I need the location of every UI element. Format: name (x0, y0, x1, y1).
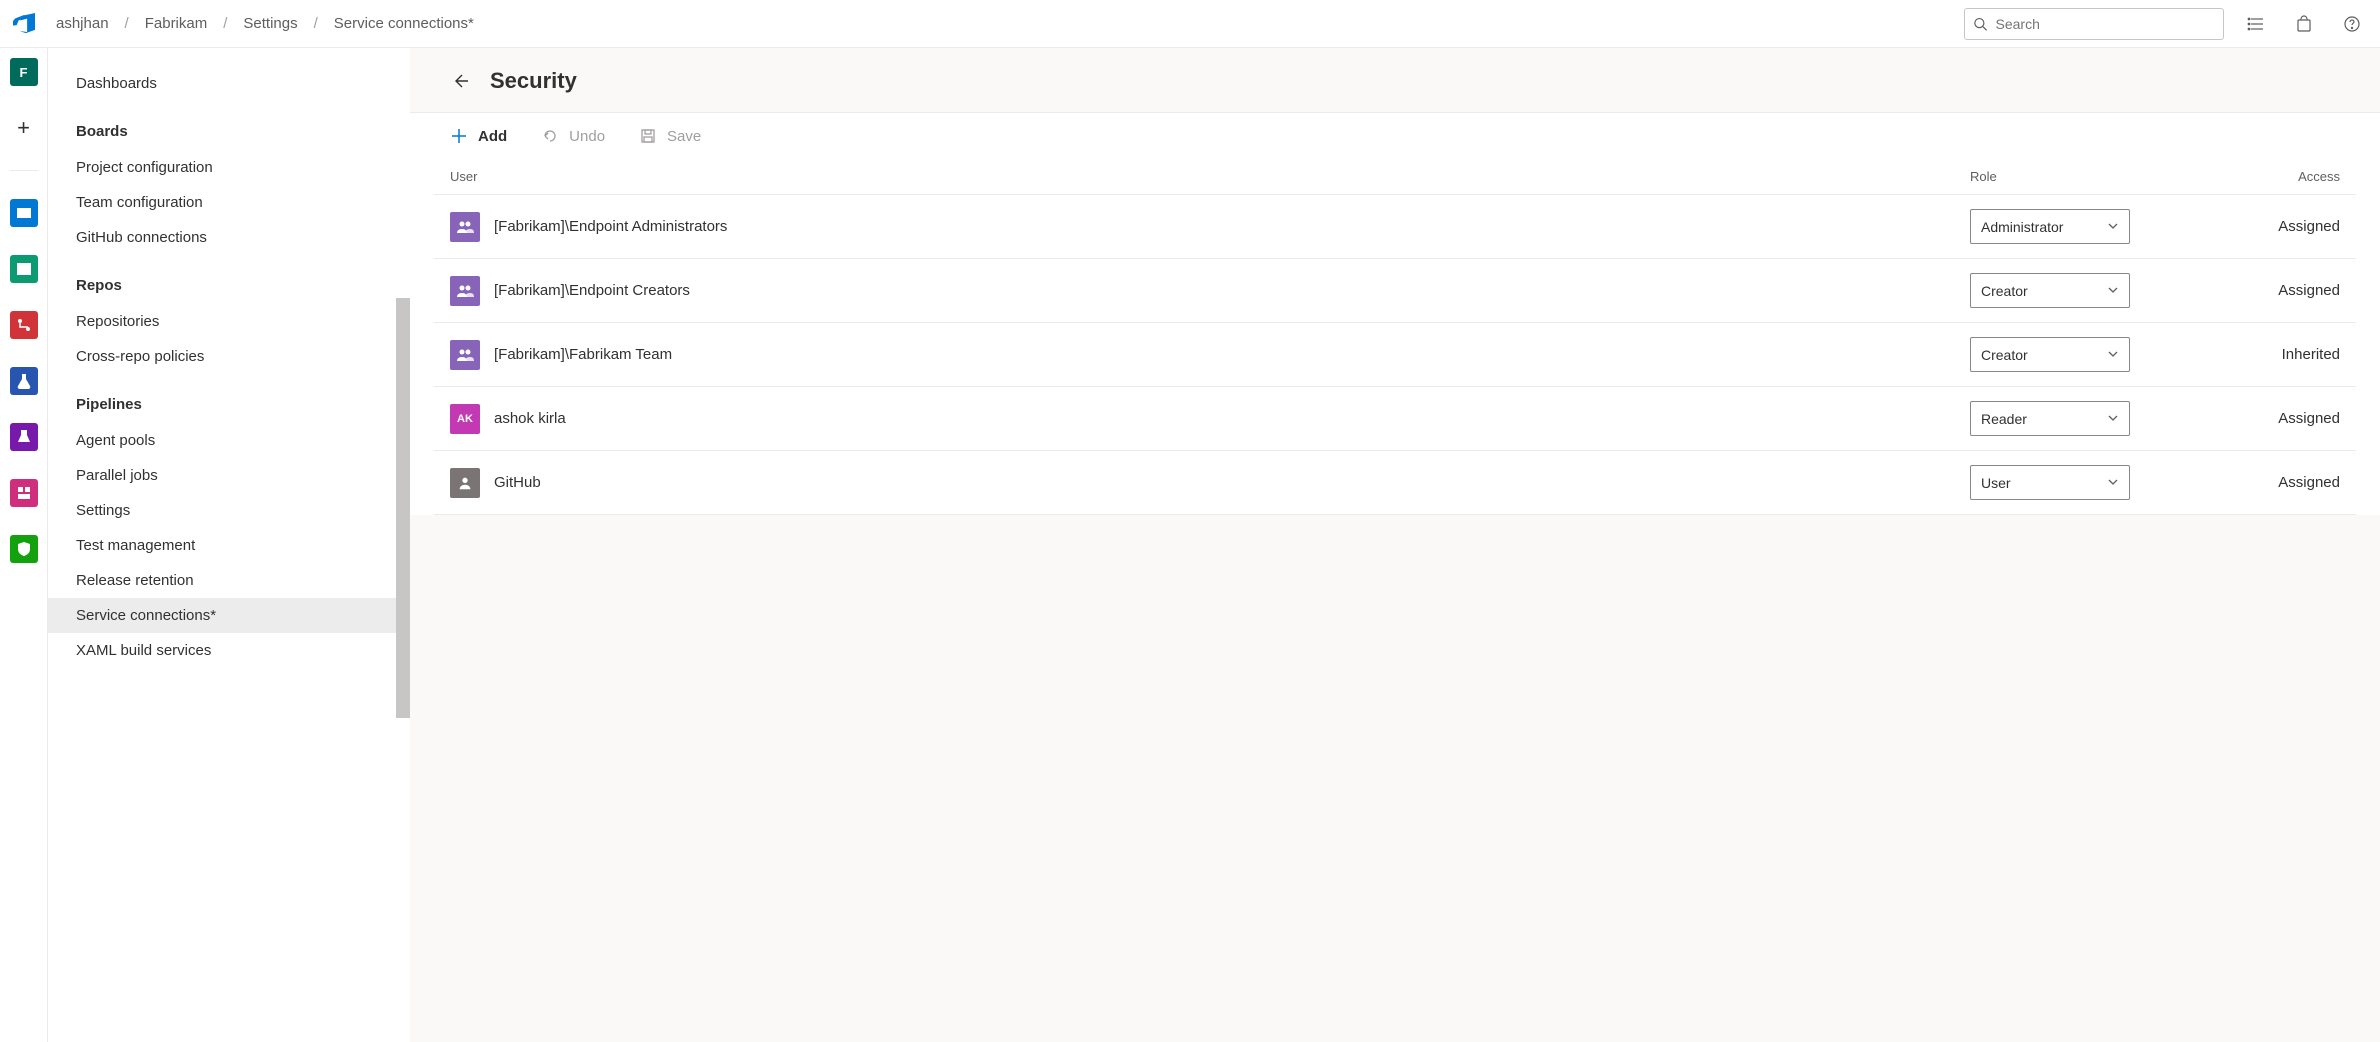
undo-button-label: Undo (569, 128, 605, 145)
nav-artifacts-icon[interactable] (10, 423, 38, 451)
breadcrumb-item[interactable]: Fabrikam (145, 15, 208, 32)
nav-link[interactable]: Cross-repo policies (48, 339, 410, 374)
add-button-label: Add (478, 128, 507, 145)
shopping-bag-icon[interactable] (2288, 8, 2320, 40)
chevron-down-icon (2107, 219, 2119, 235)
breadcrumb-separator: / (314, 15, 318, 32)
nav-link[interactable]: Agent pools (48, 423, 410, 458)
table-row[interactable]: GitHub User Assigned (434, 450, 2356, 515)
breadcrumb-item[interactable]: ashjhan (56, 15, 109, 32)
breadcrumb-item[interactable]: Service connections* (334, 15, 474, 32)
user-name: ashok kirla (494, 410, 566, 427)
column-user: User (450, 169, 1970, 184)
avatar: AK (450, 404, 480, 434)
access-value: Assigned (2250, 410, 2340, 427)
user-name: [Fabrikam]\Endpoint Creators (494, 282, 690, 299)
toolbar: Add Undo Save (410, 112, 2380, 159)
nav-header[interactable]: Boards (48, 101, 410, 150)
undo-icon (541, 127, 559, 145)
breadcrumb-item[interactable]: Settings (243, 15, 297, 32)
nav-link[interactable]: Project configuration (48, 150, 410, 185)
column-access: Access (2250, 169, 2340, 184)
search-input[interactable] (1996, 16, 2215, 32)
avatar (450, 340, 480, 370)
settings-sidebar: DashboardsBoardsProject configurationTea… (48, 48, 410, 1042)
add-project-icon[interactable]: + (10, 114, 38, 142)
chevron-down-icon (2107, 475, 2119, 491)
chevron-down-icon (2107, 411, 2119, 427)
breadcrumb-separator: / (125, 15, 129, 32)
table-row[interactable]: AK ashok kirla Reader Assigned (434, 386, 2356, 450)
breadcrumb-separator: / (223, 15, 227, 32)
role-select[interactable]: Reader (1970, 401, 2130, 436)
main-content: Security Add Undo Save User (410, 48, 2380, 1042)
search-icon (1973, 16, 1988, 32)
access-value: Assigned (2250, 218, 2340, 235)
help-icon[interactable] (2336, 8, 2368, 40)
column-role: Role (1970, 169, 2250, 184)
table-row[interactable]: [Fabrikam]\Endpoint Creators Creator Assig… (434, 258, 2356, 322)
nav-security-icon[interactable] (10, 535, 38, 563)
user-name: GitHub (494, 474, 541, 491)
save-icon (639, 127, 657, 145)
role-select[interactable]: Creator (1970, 273, 2130, 308)
table-row[interactable]: [Fabrikam]\Fabrikam Team Creator Inherited (434, 322, 2356, 386)
table-row[interactable]: [Fabrikam]\Endpoint Administrators Admini… (434, 194, 2356, 258)
panel-title: Security (490, 68, 577, 94)
save-button-label: Save (667, 128, 701, 145)
project-avatar[interactable]: F (10, 58, 38, 86)
avatar (450, 212, 480, 242)
avatar (450, 468, 480, 498)
nav-link[interactable]: Team configuration (48, 185, 410, 220)
role-value: User (1981, 475, 2011, 491)
azure-devops-logo[interactable] (12, 12, 36, 36)
role-select[interactable]: User (1970, 465, 2130, 500)
role-value: Creator (1981, 347, 2028, 363)
nav-link[interactable]: Settings (48, 493, 410, 528)
chevron-down-icon (2107, 347, 2119, 363)
role-value: Creator (1981, 283, 2028, 299)
back-arrow-icon[interactable] (450, 71, 470, 91)
access-value: Assigned (2250, 474, 2340, 491)
avatar (450, 276, 480, 306)
scrollbar-thumb[interactable] (396, 298, 410, 718)
nav-link[interactable]: Dashboards (48, 66, 410, 101)
table-header: User Role Access (434, 159, 2356, 194)
list-icon[interactable] (2240, 8, 2272, 40)
nav-link[interactable]: XAML build services (48, 633, 410, 668)
access-value: Assigned (2250, 282, 2340, 299)
nav-link[interactable]: Repositories (48, 304, 410, 339)
nav-pipelines-icon[interactable] (10, 311, 38, 339)
role-value: Administrator (1981, 219, 2063, 235)
save-button: Save (639, 127, 701, 145)
nav-overview-icon[interactable] (10, 479, 38, 507)
nav-link[interactable]: Service connections* (48, 598, 410, 633)
chevron-down-icon (2107, 283, 2119, 299)
role-value: Reader (1981, 411, 2027, 427)
nav-testplans-icon[interactable] (10, 367, 38, 395)
rail-separator (10, 170, 38, 171)
role-select[interactable]: Administrator (1970, 209, 2130, 244)
user-name: [Fabrikam]\Endpoint Administrators (494, 218, 727, 235)
role-select[interactable]: Creator (1970, 337, 2130, 372)
nav-header[interactable]: Repos (48, 255, 410, 304)
nav-boards-icon[interactable] (10, 199, 38, 227)
nav-link[interactable]: Parallel jobs (48, 458, 410, 493)
nav-repos-icon[interactable] (10, 255, 38, 283)
nav-link[interactable]: GitHub connections (48, 220, 410, 255)
nav-header[interactable]: Pipelines (48, 374, 410, 423)
nav-link[interactable]: Test management (48, 528, 410, 563)
access-value: Inherited (2250, 346, 2340, 363)
plus-icon (450, 127, 468, 145)
search-box[interactable] (1964, 8, 2224, 40)
undo-button: Undo (541, 127, 605, 145)
breadcrumb: ashjhan / Fabrikam / Settings / Service … (56, 15, 474, 32)
add-button[interactable]: Add (450, 127, 507, 145)
user-name: [Fabrikam]\Fabrikam Team (494, 346, 672, 363)
icon-rail: F + (0, 48, 48, 1042)
nav-link[interactable]: Release retention (48, 563, 410, 598)
